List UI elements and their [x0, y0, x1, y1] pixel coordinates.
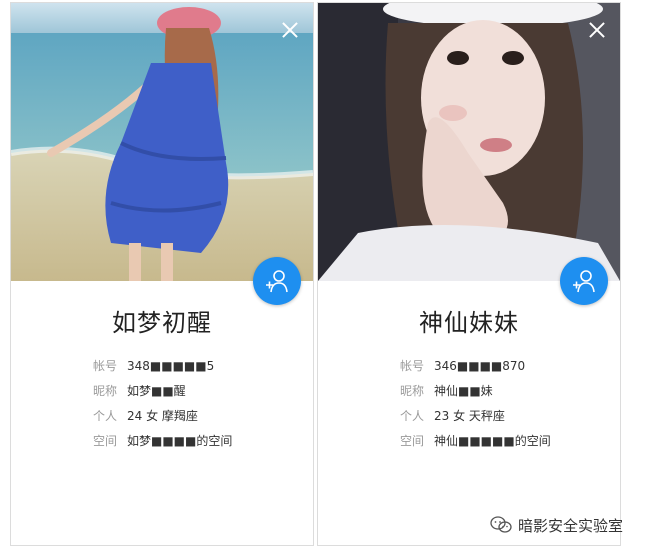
close-icon[interactable]	[281, 21, 299, 39]
info-value: 24 女 摩羯座	[127, 409, 198, 423]
profile-cards-screen: 如梦初醒 帐号 348■■■■■5 昵称 如梦■■醒 个人 24 女 摩羯座 空…	[0, 0, 657, 555]
info-row-nickname: 昵称 神仙■■妹	[400, 378, 551, 403]
info-value: 346■■■■870	[434, 358, 526, 373]
info-label: 昵称	[93, 384, 118, 398]
info-row-account: 帐号 348■■■■■5	[93, 353, 232, 378]
profile-info: 帐号 346■■■■870 昵称 神仙■■妹 个人 23 女 天秤座 空间 神仙…	[400, 353, 551, 453]
info-value: 348■■■■■5	[127, 358, 215, 373]
info-row-nickname: 昵称 如梦■■醒	[93, 378, 232, 403]
profile-nickname: 如梦初醒	[112, 309, 212, 337]
profile-photo	[11, 3, 313, 281]
info-label: 昵称	[400, 384, 425, 398]
info-value: 如梦■■醒	[127, 384, 186, 398]
profile-photo	[318, 3, 620, 281]
info-value: 23 女 天秤座	[434, 409, 505, 423]
add-friend-icon	[573, 270, 595, 293]
profile-info: 帐号 348■■■■■5 昵称 如梦■■醒 个人 24 女 摩羯座 空间 如梦■…	[93, 353, 232, 453]
add-friend-icon	[266, 270, 288, 293]
info-row-account: 帐号 346■■■■870	[400, 353, 551, 378]
info-value[interactable]: 如梦■■■■的空间	[127, 432, 232, 449]
info-label: 帐号	[93, 359, 118, 373]
info-value: 神仙■■妹	[434, 384, 493, 398]
info-value[interactable]: 神仙■■■■■的空间	[434, 432, 551, 449]
add-friend-button[interactable]	[253, 257, 301, 305]
info-label: 个人	[93, 409, 118, 423]
info-row-personal: 个人 23 女 天秤座	[400, 403, 551, 428]
watermark: 暗影安全实验室	[490, 512, 623, 538]
info-row-space[interactable]: 空间 如梦■■■■的空间	[93, 428, 232, 453]
info-row-space[interactable]: 空间 神仙■■■■■的空间	[400, 428, 551, 453]
add-friend-button[interactable]	[560, 257, 608, 305]
profile-nickname: 神仙妹妹	[419, 309, 519, 337]
close-icon[interactable]	[588, 21, 606, 39]
profile-card: 神仙妹妹 帐号 346■■■■870 昵称 神仙■■妹 个人 23 女 天秤座 …	[317, 2, 621, 546]
profile-card: 如梦初醒 帐号 348■■■■■5 昵称 如梦■■醒 个人 24 女 摩羯座 空…	[10, 2, 314, 546]
info-label: 帐号	[400, 359, 425, 373]
info-label: 个人	[400, 409, 425, 423]
info-label: 空间	[400, 434, 425, 448]
info-row-personal: 个人 24 女 摩羯座	[93, 403, 232, 428]
wechat-icon	[490, 516, 512, 533]
info-label: 空间	[93, 434, 118, 448]
watermark-text: 暗影安全实验室	[518, 516, 624, 535]
